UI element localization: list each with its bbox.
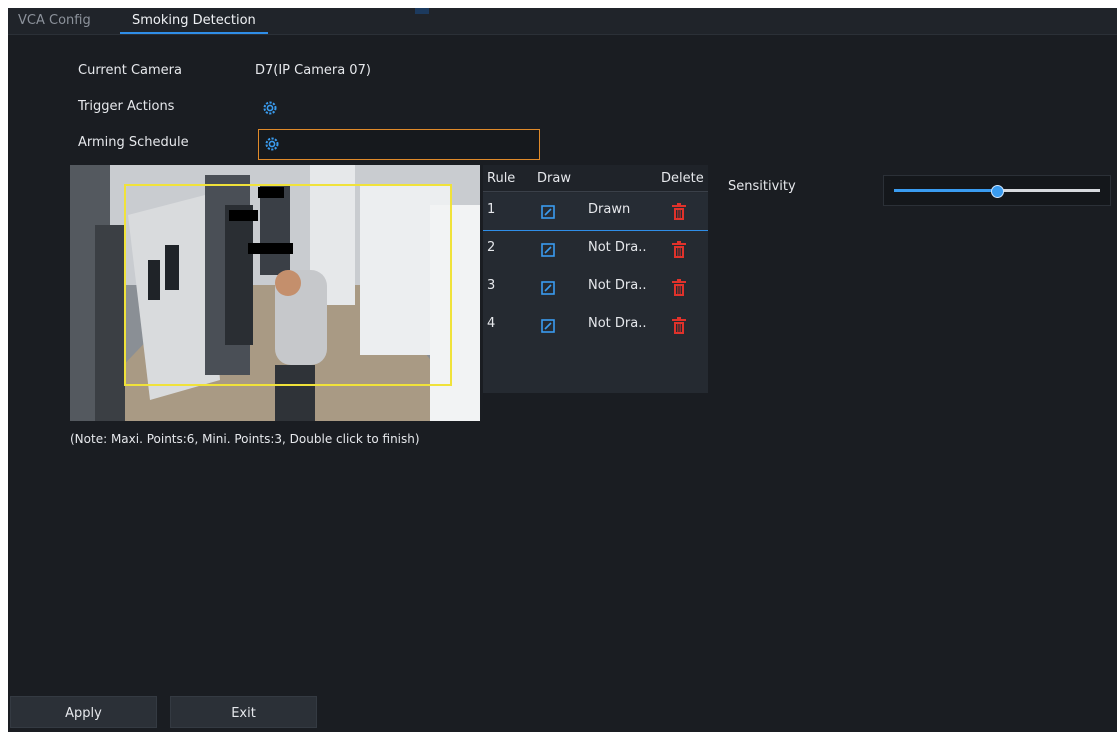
arming-schedule-field[interactable] <box>258 129 540 160</box>
rule-status: Not Dra.. <box>588 240 647 255</box>
rule-column-header: Rule <box>487 171 516 186</box>
edit-icon[interactable] <box>541 319 555 333</box>
camera-preview[interactable] <box>70 165 480 421</box>
apply-button[interactable]: Apply <box>10 696 157 728</box>
privacy-mask <box>258 187 284 198</box>
trash-icon[interactable] <box>672 203 686 220</box>
slider-fill <box>894 189 997 192</box>
top-marker <box>415 8 429 14</box>
trash-icon[interactable] <box>672 317 686 334</box>
trigger-actions-label: Trigger Actions <box>78 99 175 114</box>
trash-icon[interactable] <box>672 241 686 258</box>
sensitivity-slider[interactable] <box>883 175 1111 206</box>
smoking-detection-window: VCA Config Smoking Detection Current Cam… <box>8 8 1117 732</box>
tab-bar: VCA Config Smoking Detection <box>8 8 1117 35</box>
privacy-mask <box>248 243 293 254</box>
gear-icon[interactable] <box>262 100 278 116</box>
rules-table-header: Rule Draw Delete <box>483 165 708 192</box>
gear-icon[interactable] <box>264 136 280 152</box>
rules-table: Rule Draw Delete 1 Drawn 2 Not Dra.. 3 N… <box>483 165 708 393</box>
edit-icon[interactable] <box>541 281 555 295</box>
delete-column-header: Delete <box>661 171 704 186</box>
edit-icon[interactable] <box>541 243 555 257</box>
rule-row-1[interactable]: 1 Drawn <box>483 193 708 231</box>
rule-status: Not Dra.. <box>588 278 647 293</box>
rule-row-2[interactable]: 2 Not Dra.. <box>483 231 708 268</box>
rule-number: 3 <box>487 278 496 293</box>
trash-icon[interactable] <box>672 279 686 296</box>
rule-number: 1 <box>487 202 496 217</box>
tab-smoking-detection[interactable]: Smoking Detection <box>120 13 268 34</box>
draw-column-header: Draw <box>537 171 571 186</box>
slider-thumb[interactable] <box>991 185 1004 198</box>
sensitivity-label: Sensitivity <box>728 179 796 194</box>
slider-track[interactable] <box>894 185 1100 198</box>
current-camera-label: Current Camera <box>78 63 182 78</box>
current-camera-value: D7(IP Camera 07) <box>255 63 371 78</box>
edit-icon[interactable] <box>541 205 555 219</box>
tab-vca-config[interactable]: VCA Config <box>18 13 91 32</box>
rule-status: Drawn <box>588 202 631 217</box>
rule-row-4[interactable]: 4 Not Dra.. <box>483 307 708 344</box>
rule-number: 4 <box>487 316 496 331</box>
rule-status: Not Dra.. <box>588 316 647 331</box>
rule-row-3[interactable]: 3 Not Dra.. <box>483 269 708 306</box>
arming-schedule-label: Arming Schedule <box>78 135 189 150</box>
drawing-note: (Note: Maxi. Points:6, Mini. Points:3, D… <box>70 432 420 446</box>
privacy-mask <box>229 210 258 221</box>
rule-number: 2 <box>487 240 496 255</box>
camera-scene <box>70 165 480 421</box>
exit-button[interactable]: Exit <box>170 696 317 728</box>
